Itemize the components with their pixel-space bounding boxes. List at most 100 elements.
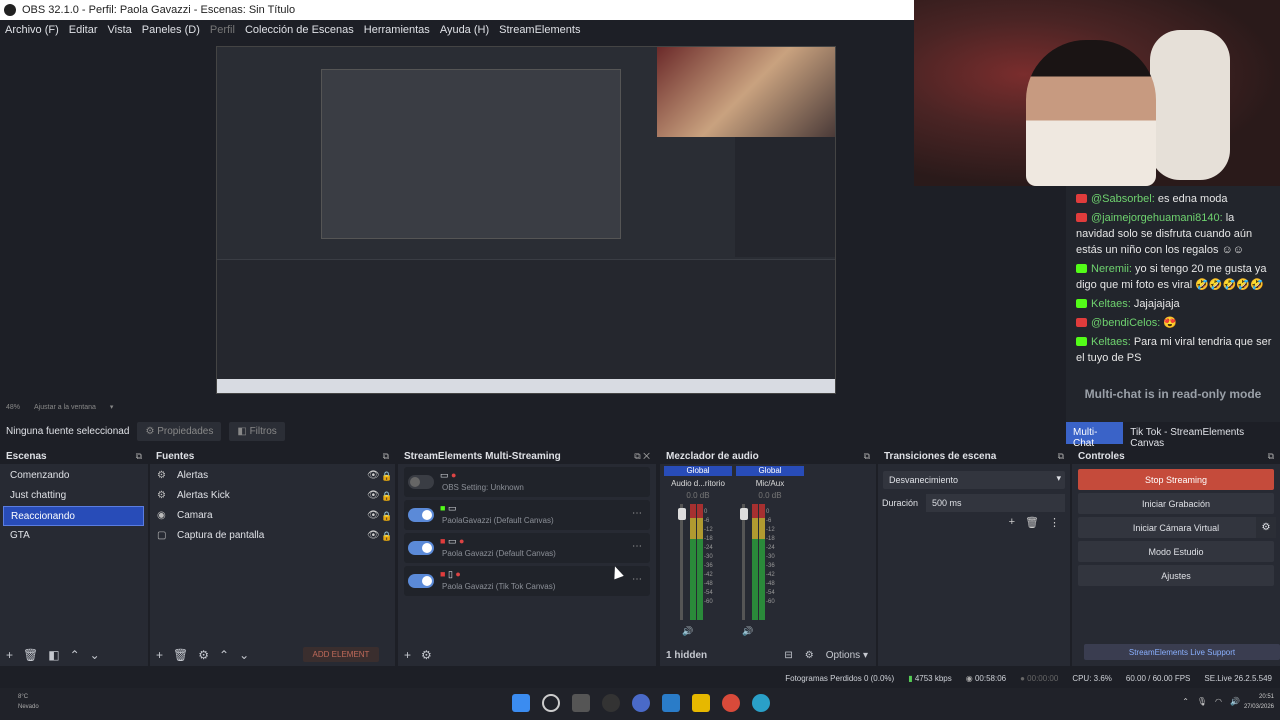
wifi-icon[interactable]: ◠	[1215, 697, 1222, 706]
weather-widget[interactable]: 8°C Nevado	[18, 692, 39, 712]
studio-mode-button[interactable]: Modo Estudio	[1078, 541, 1274, 562]
move-up-icon[interactable]: ⌃	[219, 648, 229, 662]
destination-toggle[interactable]	[408, 574, 434, 588]
mic-icon[interactable]: 🎙	[1197, 697, 1207, 706]
trash-icon[interactable]: 🗑	[173, 648, 188, 662]
lock-icon[interactable]: 🔒	[381, 466, 395, 486]
controls-title: Controles	[1078, 450, 1125, 462]
start-icon[interactable]	[512, 694, 530, 712]
menu-item[interactable]: Perfil	[210, 24, 235, 36]
transition-select[interactable]: Desvanecimiento	[883, 471, 1065, 489]
lock-icon[interactable]: 🔒	[381, 486, 395, 506]
start-recording-button[interactable]: Iniciar Grabación	[1078, 493, 1274, 514]
chrome-icon[interactable]	[722, 694, 740, 712]
chevron-down-icon[interactable]: ▾	[110, 403, 114, 411]
channel-name[interactable]: Mic/Aux	[736, 478, 804, 490]
menu-item[interactable]: Editar	[69, 24, 98, 36]
volume-fader[interactable]	[742, 504, 745, 620]
fit-window[interactable]: Ajustar a la ventana	[34, 404, 96, 411]
settings-icon[interactable]: ⚙	[805, 650, 814, 661]
zoom-level[interactable]: 48%	[6, 404, 20, 411]
dock-float-icon[interactable]: ⧉	[1268, 451, 1274, 462]
hidden-count[interactable]: 1 hidden	[666, 650, 707, 661]
source-item[interactable]: ◉ Camara 👁 🔒	[150, 506, 395, 526]
dock-float-icon[interactable]: ⧉	[383, 451, 389, 462]
virtual-camera-button[interactable]: Iniciar Cámara Virtual ⚙	[1078, 517, 1276, 538]
speaker-icon[interactable]: 🔊	[682, 626, 693, 637]
properties-button[interactable]: ⚙ Propiedades	[137, 421, 222, 441]
obs-app-icon[interactable]	[602, 694, 620, 712]
add-element-button[interactable]: ADD ELEMENT	[303, 647, 379, 662]
edge-icon[interactable]	[752, 694, 770, 712]
add-destination-icon[interactable]: +	[404, 648, 411, 662]
chat-tab[interactable]: Tik Tok - StreamElements Canvas	[1123, 422, 1280, 449]
menu-item[interactable]: Ayuda (H)	[440, 24, 489, 36]
dock-float-icon[interactable]: ⧉	[864, 451, 870, 462]
gear-icon[interactable]: ⚙	[198, 648, 209, 662]
source-item[interactable]: ⚙ Alertas Kick 👁 🔒	[150, 486, 395, 506]
layout-icon[interactable]: ⊟	[784, 650, 792, 661]
add-transition-icon[interactable]: +	[1009, 516, 1015, 529]
add-source-icon[interactable]: +	[156, 648, 163, 662]
scene-item[interactable]: GTA	[3, 526, 144, 546]
dock-float-icon[interactable]: ⧉	[1058, 451, 1064, 462]
filter-icon[interactable]: ◧	[48, 648, 59, 662]
fader-knob[interactable]	[678, 508, 686, 520]
volume-icon[interactable]: 🔊	[1230, 697, 1240, 706]
store-icon[interactable]	[662, 694, 680, 712]
source-item[interactable]: ▢ Captura de pantalla 👁 🔒	[150, 526, 395, 546]
channel-name[interactable]: Audio d...ritorio	[664, 478, 732, 490]
stop-streaming-button[interactable]: Stop Streaming	[1078, 469, 1274, 490]
eye-icon[interactable]: 👁	[367, 466, 381, 486]
chat-tab[interactable]: Multi-Chat	[1066, 422, 1124, 449]
scene-item[interactable]: Just chatting	[3, 486, 144, 506]
settings-button[interactable]: Ajustes	[1078, 565, 1274, 586]
add-scene-icon[interactable]: +	[6, 648, 13, 662]
chevron-up-icon[interactable]: ⌃	[1182, 697, 1189, 706]
folder-icon[interactable]	[692, 694, 710, 712]
speaker-icon[interactable]: 🔊	[742, 626, 753, 637]
gear-icon[interactable]: ⚙	[1256, 517, 1276, 538]
trash-icon[interactable]: 🗑	[23, 648, 38, 662]
options-button[interactable]: Options ▾	[826, 650, 868, 661]
duration-input[interactable]: 500 ms	[926, 494, 1065, 512]
eye-icon[interactable]: 👁	[367, 526, 381, 546]
scene-item[interactable]: Reaccionando	[3, 506, 144, 526]
scene-item[interactable]: Comenzando	[3, 466, 144, 486]
move-down-icon[interactable]: ⌄	[90, 648, 100, 662]
more-icon[interactable]: ⋯	[632, 541, 642, 552]
search-icon[interactable]	[542, 694, 560, 712]
more-icon[interactable]: ⋯	[632, 574, 642, 585]
more-icon[interactable]: ⋮	[1049, 516, 1060, 529]
menu-item[interactable]: Paneles (D)	[142, 24, 200, 36]
dock-float-icon[interactable]: ⧉ ✕	[634, 451, 650, 462]
windows-taskbar: 8°C Nevado ⌃ 🎙 ◠ 🔊 20:51 27/03/2026	[0, 688, 1280, 720]
preview-capture	[216, 46, 836, 394]
source-item[interactable]: ⚙ Alertas 👁 🔒	[150, 466, 395, 486]
volume-fader[interactable]	[680, 504, 683, 620]
trash-icon[interactable]: 🗑	[1025, 516, 1039, 529]
lock-icon[interactable]: 🔒	[381, 506, 395, 526]
menu-item[interactable]: StreamElements	[499, 24, 580, 36]
filters-button[interactable]: ◧ Filtros	[229, 421, 285, 441]
lock-icon[interactable]: 🔒	[381, 526, 395, 546]
destination-toggle[interactable]	[408, 475, 434, 489]
menu-item[interactable]: Vista	[108, 24, 132, 36]
move-down-icon[interactable]: ⌄	[239, 648, 249, 662]
app-icon[interactable]	[632, 694, 650, 712]
dock-float-icon[interactable]: ⧉	[136, 451, 142, 462]
destination-toggle[interactable]	[408, 541, 434, 555]
task-view-icon[interactable]	[572, 694, 590, 712]
gear-icon[interactable]: ⚙	[421, 648, 432, 662]
eye-icon[interactable]: 👁	[367, 506, 381, 526]
destination-toggle[interactable]	[408, 508, 434, 522]
move-up-icon[interactable]: ⌃	[70, 648, 80, 662]
more-icon[interactable]: ⋯	[632, 508, 642, 519]
eye-icon[interactable]: 👁	[367, 486, 381, 506]
menu-item[interactable]: Archivo (F)	[5, 24, 59, 36]
clock[interactable]: 20:51 27/03/2026	[1244, 692, 1274, 712]
menu-item[interactable]: Colección de Escenas	[245, 24, 354, 36]
menu-item[interactable]: Herramientas	[364, 24, 430, 36]
fader-knob[interactable]	[740, 508, 748, 520]
live-support-button[interactable]: StreamElements Live Support	[1084, 644, 1280, 660]
